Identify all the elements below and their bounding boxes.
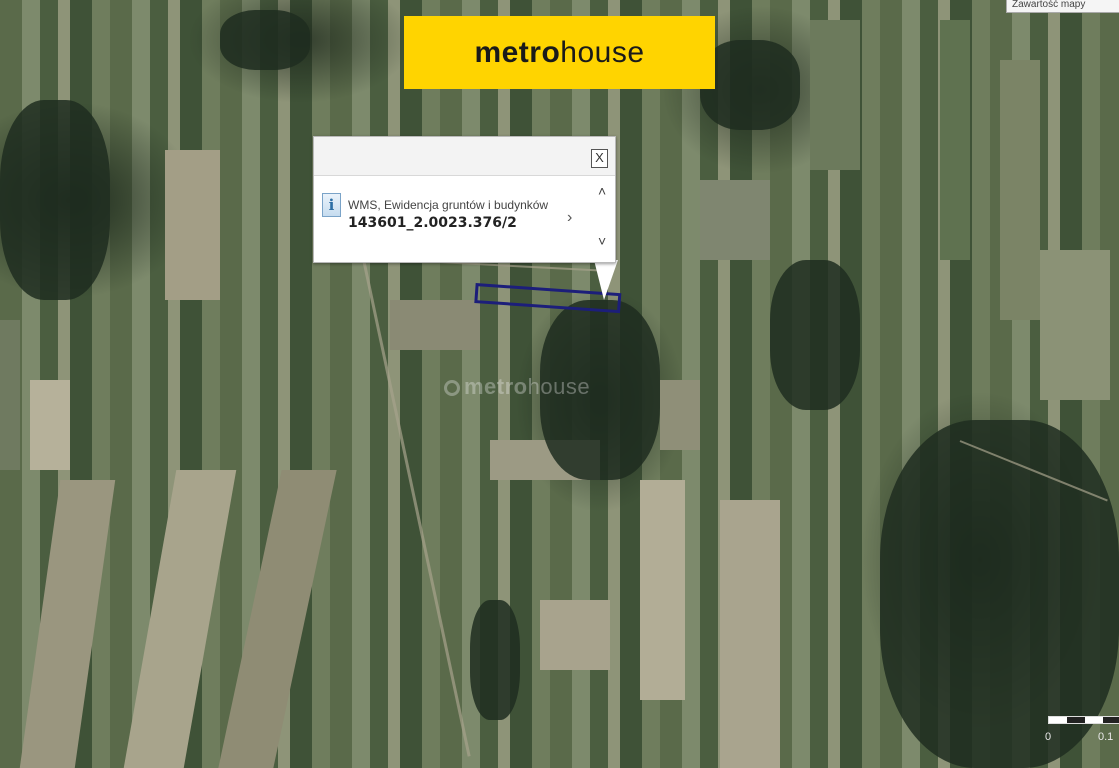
field-strip	[390, 300, 480, 350]
watermark-bold: metro	[464, 374, 528, 399]
field-strip	[660, 380, 700, 450]
field-strip	[700, 180, 770, 260]
close-button[interactable]: X	[591, 149, 608, 168]
field-strip	[165, 150, 220, 300]
forest-patch	[470, 600, 520, 720]
field-strip	[810, 20, 860, 170]
logo-banner: metro house	[404, 16, 715, 89]
field-strip	[0, 320, 20, 470]
layer-name: WMS, Ewidencja gruntów i budynków	[348, 198, 549, 212]
chevron-down-icon[interactable]: ˅	[598, 233, 606, 249]
field-strip	[218, 470, 337, 768]
forest-patch	[700, 40, 800, 130]
scale-bar	[1048, 716, 1119, 724]
field-strip	[640, 480, 685, 700]
logo-bold: metro	[474, 35, 561, 69]
popup-header: X	[314, 137, 615, 176]
forest-patch	[220, 10, 310, 70]
watermark-ring-icon	[444, 380, 460, 396]
forest-patch	[770, 260, 860, 410]
field-strip	[1040, 250, 1110, 400]
chevron-right-icon[interactable]: ›	[567, 209, 572, 227]
logo-light: house	[560, 35, 645, 69]
info-icon: i	[322, 193, 341, 217]
field-strip	[540, 600, 610, 670]
feature-info-popup: X i WMS, Ewidencja gruntów i budynków 14…	[313, 136, 616, 263]
map-content-tab[interactable]: Zawartość mapy	[1006, 0, 1119, 13]
forest-patch	[0, 100, 110, 300]
scale-label-start: 0	[1045, 731, 1052, 743]
field-strip	[1000, 60, 1040, 320]
scale-label-end: 0.1	[1098, 731, 1114, 743]
field-strip	[123, 470, 237, 768]
chevron-up-icon[interactable]: ˄	[598, 183, 606, 199]
watermark-light: house	[527, 374, 591, 399]
parcel-id: 143601_2.0023.376/2	[348, 215, 517, 231]
watermark-logo: metrohouse	[444, 374, 590, 400]
field-strip	[940, 20, 970, 260]
popup-tail	[594, 260, 618, 300]
field-strip	[19, 480, 116, 768]
field-strip	[720, 500, 780, 768]
field-strip	[30, 380, 70, 470]
